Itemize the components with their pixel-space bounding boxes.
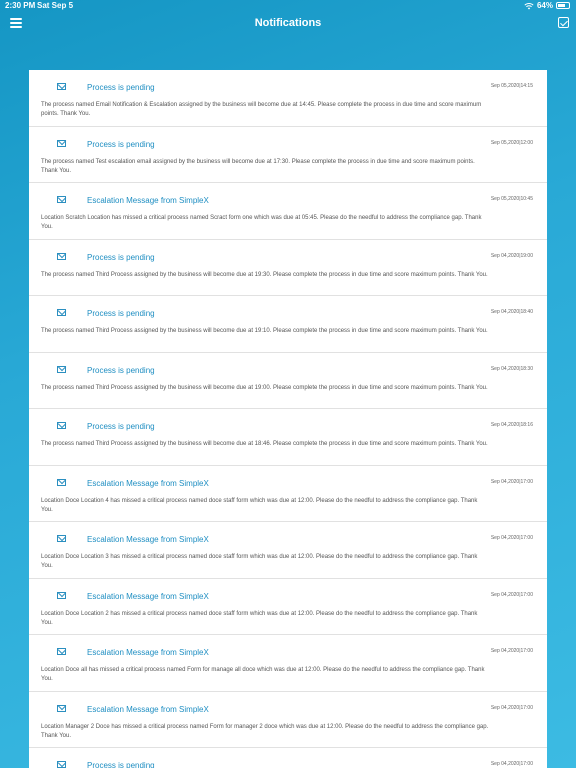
- notification-message: The process named Email Notification & E…: [41, 102, 482, 117]
- notification-message: Location Doce Location 3 has missed a cr…: [41, 554, 478, 569]
- notification-list: Process is pending Sep 05,2020|14:15 The…: [29, 70, 547, 768]
- notification-title: Process is pending: [87, 252, 155, 262]
- notification-title: Escalation Message from SimpleX: [87, 535, 209, 544]
- mark-all-read-checkbox-icon[interactable]: [558, 17, 569, 28]
- notification-message: The process named Third Process assigned…: [41, 328, 488, 334]
- envelope-icon: [57, 761, 66, 768]
- notification-item[interactable]: Escalation Message from SimpleX Sep 04,2…: [29, 579, 547, 635]
- notification-title: Process is pending: [87, 83, 155, 92]
- notification-message: The process named Test escalation email …: [41, 158, 475, 174]
- envelope-icon: [57, 648, 66, 655]
- notification-timestamp: Sep 05,2020|14:15: [490, 83, 533, 89]
- status-bar: 2:30 PM Sat Sep 5 64%: [0, 0, 576, 12]
- notification-title: Process is pending: [87, 365, 155, 375]
- status-time: 2:30 PM: [5, 1, 36, 10]
- notification-title: Escalation Message from SimpleX: [87, 591, 209, 601]
- notification-message: The process named Third Process assigned…: [41, 384, 488, 391]
- notification-item[interactable]: Escalation Message from SimpleX Sep 04,2…: [29, 522, 547, 579]
- notification-timestamp: Sep 04,2020|17:00: [490, 648, 533, 654]
- notification-title: Escalation Message from SimpleX: [87, 196, 209, 205]
- notification-item[interactable]: Process is pending Sep 04,2020|18:40 The…: [29, 296, 547, 353]
- notification-message: Location Doce Location 2 has missed a cr…: [41, 610, 478, 626]
- page-title: Notifications: [254, 17, 322, 29]
- notification-item[interactable]: Process is pending Sep 05,2020|14:15 The…: [29, 70, 547, 127]
- notification-timestamp: Sep 04,2020|17:00: [490, 704, 533, 711]
- envelope-icon: [57, 252, 66, 260]
- notification-message: The process named Third Process assigned…: [41, 441, 488, 447]
- notification-title: Process is pending: [87, 422, 155, 431]
- envelope-icon: [57, 591, 66, 599]
- notification-title: Process is pending: [87, 139, 155, 149]
- notification-title: Escalation Message from SimpleX: [87, 704, 209, 714]
- notification-timestamp: Sep 04,2020|18:30: [490, 365, 533, 372]
- notification-title: Process is pending: [87, 309, 155, 318]
- notification-timestamp: Sep 04,2020|17:00: [490, 591, 533, 598]
- envelope-icon: [57, 535, 66, 542]
- notification-timestamp: Sep 05,2020|12:00: [490, 139, 533, 146]
- battery-icon: [556, 2, 570, 9]
- notification-title: Process is pending: [87, 761, 155, 768]
- envelope-icon: [57, 83, 66, 90]
- envelope-icon: [57, 704, 66, 712]
- nav-bar: Notifications: [0, 12, 576, 36]
- status-date: Sat Sep 5: [37, 1, 74, 10]
- notification-title: Escalation Message from SimpleX: [87, 478, 209, 488]
- notification-item[interactable]: Escalation Message from SimpleX Sep 04,2…: [29, 692, 547, 748]
- notification-message: Location Doce Location 4 has missed a cr…: [41, 497, 478, 513]
- notification-item[interactable]: Process is pending Sep 04,2020|18:30 The…: [29, 353, 547, 409]
- envelope-icon: [57, 309, 66, 316]
- notification-item[interactable]: Escalation Message from SimpleX Sep 04,2…: [29, 635, 547, 692]
- notification-item[interactable]: Process is pending Sep 04,2020|17:00: [29, 748, 547, 768]
- notification-title: Escalation Message from SimpleX: [87, 648, 209, 657]
- notification-timestamp: Sep 04,2020|18:16: [490, 422, 533, 428]
- notification-timestamp: Sep 04,2020|18:40: [490, 309, 533, 315]
- status-right: 64%: [524, 1, 570, 10]
- notification-item[interactable]: Process is pending Sep 04,2020|18:16 The…: [29, 409, 547, 466]
- envelope-icon: [57, 422, 66, 429]
- notification-message: Location Manager 2 Doce has missed a cri…: [41, 723, 489, 739]
- wifi-icon: [524, 2, 534, 9]
- notification-item[interactable]: Process is pending Sep 05,2020|12:00 The…: [29, 127, 547, 183]
- envelope-icon: [57, 365, 66, 373]
- notification-timestamp: Sep 05,2020|10:45: [490, 196, 533, 202]
- notification-item[interactable]: Escalation Message from SimpleX Sep 05,2…: [29, 183, 547, 240]
- notification-message: Location Doce all has missed a critical …: [41, 667, 485, 682]
- notification-item[interactable]: Process is pending Sep 04,2020|19:00 The…: [29, 240, 547, 296]
- notification-message: The process named Third Process assigned…: [41, 271, 488, 278]
- envelope-icon: [57, 478, 66, 486]
- notification-item[interactable]: Escalation Message from SimpleX Sep 04,2…: [29, 466, 547, 522]
- battery-percent: 64%: [536, 1, 553, 10]
- envelope-icon: [57, 139, 66, 147]
- notification-message: Location Scratch Location has missed a c…: [41, 215, 482, 230]
- notification-timestamp: Sep 04,2020|17:00: [490, 478, 533, 485]
- notification-timestamp: Sep 04,2020|17:00: [490, 535, 533, 541]
- envelope-icon: [57, 196, 66, 203]
- notification-timestamp: Sep 04,2020|17:00: [490, 761, 533, 767]
- notification-timestamp: Sep 04,2020|19:00: [490, 252, 533, 259]
